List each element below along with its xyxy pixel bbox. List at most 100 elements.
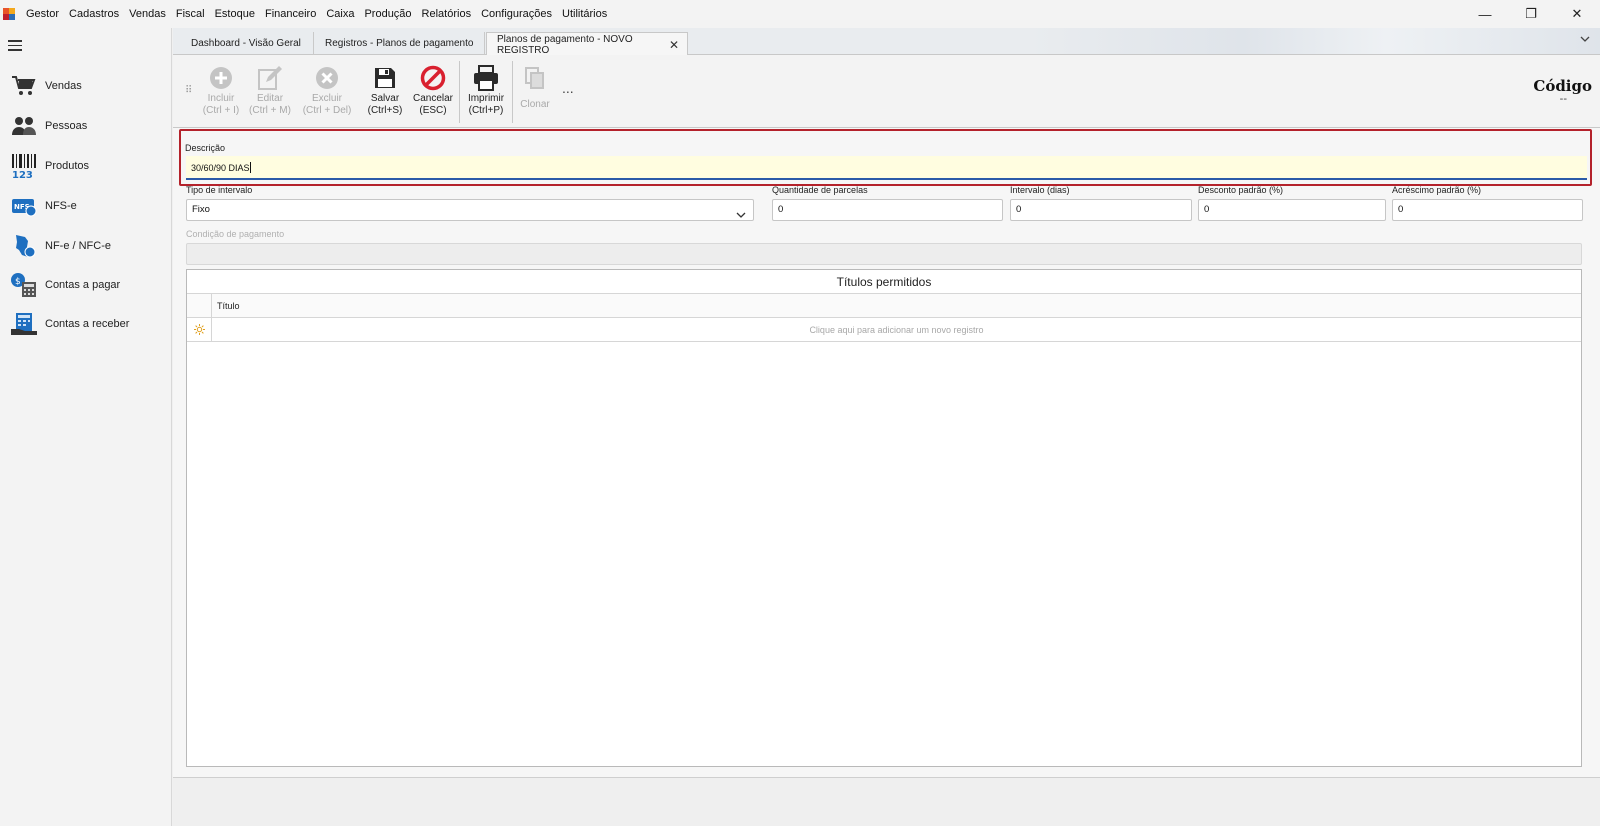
accounts-payable-icon: $ [10, 271, 38, 299]
tab-registros-planos[interactable]: Registros - Planos de pagamento [315, 32, 485, 55]
descricao-input[interactable]: 30/60/90 DIAS [186, 156, 1587, 180]
nfe-icon [10, 232, 38, 260]
menu-caixa[interactable]: Caixa [321, 8, 359, 20]
grid-header: Título [187, 294, 1581, 318]
bottom-status-bar [173, 777, 1600, 826]
incluir-label: Incluir [207, 93, 235, 104]
desconto-padrao-label: Desconto padrão (%) [1198, 185, 1284, 195]
close-window-button[interactable]: ✕ [1554, 0, 1600, 28]
sidebar-item-produtos[interactable]: 123 Produtos [10, 151, 170, 181]
tab-label: Registros - Planos de pagamento [325, 38, 474, 49]
minimize-button[interactable]: — [1462, 0, 1508, 28]
row-indicator-header [187, 294, 212, 317]
imprimir-button[interactable]: Imprimir (Ctrl+P) [463, 63, 509, 117]
menu-gestor[interactable]: Gestor [21, 8, 64, 20]
nfse-icon: NFS [10, 192, 38, 220]
excluir-shortcut: (Ctrl + Del) [302, 105, 352, 116]
editar-button[interactable]: Editar (Ctrl + M) [246, 63, 294, 117]
delete-circle-icon [299, 63, 355, 93]
tipo-intervalo-label: Tipo de intervalo [186, 185, 253, 195]
imprimir-shortcut: (Ctrl+P) [468, 105, 504, 116]
quantidade-parcelas-input[interactable]: 0 [772, 199, 1003, 221]
sidebar-item-label: NF-e / NFC-e [45, 240, 111, 252]
barcode-icon: 123 [10, 152, 38, 180]
menu-relatorios[interactable]: Relatórios [417, 8, 477, 20]
editar-label: Editar [256, 93, 284, 104]
intervalo-dias-label: Intervalo (dias) [1010, 185, 1070, 195]
intervalo-dias-input[interactable]: 0 [1010, 199, 1192, 221]
more-options-button[interactable]: ... [562, 80, 574, 96]
sidebar-item-label: Contas a pagar [45, 279, 121, 291]
menu-producao[interactable]: Produção [359, 8, 416, 20]
menu-vendas[interactable]: Vendas [124, 8, 171, 20]
toolbar: ⠿ Incluir (Ctrl + I) Editar (Ctrl + M) E… [173, 55, 1600, 128]
descricao-value: 30/60/90 DIAS [191, 163, 250, 173]
salvar-shortcut: (Ctrl+S) [367, 105, 403, 116]
floppy-disk-icon [363, 63, 407, 93]
sidebar-item-label: Produtos [45, 160, 90, 172]
clonar-label: Clonar [520, 99, 550, 110]
desconto-padrao-input[interactable]: 0 [1198, 199, 1386, 221]
salvar-label: Salvar [370, 93, 400, 104]
salvar-button[interactable]: Salvar (Ctrl+S) [363, 63, 407, 117]
grid-title: Títulos permitidos [187, 270, 1581, 294]
edit-icon [246, 63, 294, 93]
sidebar-item-nfe[interactable]: NF-e / NFC-e [10, 231, 170, 261]
toolbar-separator [512, 61, 513, 123]
sidebar-item-contas-pagar[interactable]: $ Contas a pagar [10, 270, 170, 300]
acrescimo-padrao-value: 0 [1398, 204, 1404, 215]
add-circle-icon [197, 63, 245, 93]
printer-icon [463, 63, 509, 93]
tipo-intervalo-select[interactable]: Fixo [186, 199, 754, 221]
svg-text:123: 123 [12, 170, 33, 179]
sidebar: Vendas Pessoas 123 Produtos NFS NFS-e NF… [0, 28, 172, 826]
new-row-star-icon [187, 318, 212, 341]
titulos-permitidos-grid: Títulos permitidos Título Clique aqui pa… [186, 269, 1582, 767]
clonar-button[interactable]: Clonar [515, 63, 555, 111]
excluir-button[interactable]: Excluir (Ctrl + Del) [299, 63, 355, 117]
add-new-row[interactable]: Clique aqui para adicionar um novo regis… [187, 318, 1581, 342]
cancelar-button[interactable]: Cancelar (ESC) [410, 63, 456, 117]
column-header-titulo[interactable]: Título [212, 294, 240, 317]
chevron-down-icon[interactable] [1580, 34, 1590, 45]
desconto-padrao-value: 0 [1204, 204, 1210, 215]
sidebar-item-label: Contas a receber [45, 318, 130, 330]
sidebar-item-label: Vendas [45, 80, 82, 92]
menu-financeiro[interactable]: Financeiro [260, 8, 321, 20]
acrescimo-padrao-input[interactable]: 0 [1392, 199, 1583, 221]
text-caret [249, 162, 251, 173]
sidebar-item-pessoas[interactable]: Pessoas [10, 111, 170, 141]
tipo-intervalo-value: Fixo [192, 204, 210, 215]
sidebar-item-vendas[interactable]: Vendas [10, 71, 170, 101]
tab-dashboard[interactable]: Dashboard - Visão Geral [181, 32, 314, 55]
people-icon [10, 112, 38, 140]
copy-icon [515, 63, 555, 93]
cancelar-shortcut: (ESC) [419, 105, 447, 116]
close-tab-icon[interactable]: ✕ [669, 38, 679, 52]
sidebar-item-label: NFS-e [45, 200, 77, 212]
main-panel: ⠿ Incluir (Ctrl + I) Editar (Ctrl + M) E… [173, 55, 1600, 826]
menu-cadastros[interactable]: Cadastros [64, 8, 124, 20]
menu-bar: Gestor Cadastros Vendas Fiscal Estoque F… [0, 0, 1600, 28]
tab-novo-registro[interactable]: Planos de pagamento - NOVO REGISTRO ✕ [486, 32, 688, 56]
tab-label: Planos de pagamento - NOVO REGISTRO [497, 33, 633, 56]
menu-utilitarios[interactable]: Utilitários [557, 8, 612, 20]
condicao-pagamento-input[interactable] [186, 243, 1582, 265]
menu-fiscal[interactable]: Fiscal [171, 8, 210, 20]
menu-estoque[interactable]: Estoque [210, 8, 260, 20]
sidebar-item-contas-receber[interactable]: Contas a receber [10, 309, 170, 339]
restore-button[interactable]: ❐ [1508, 0, 1554, 28]
incluir-button[interactable]: Incluir (Ctrl + I) [197, 63, 245, 117]
sidebar-item-nfse[interactable]: NFS NFS-e [10, 191, 170, 221]
codigo-value: -- [1559, 93, 1567, 105]
cancelar-label: Cancelar [412, 93, 454, 104]
editar-shortcut: (Ctrl + M) [249, 105, 291, 116]
excluir-label: Excluir [311, 93, 342, 104]
shopping-cart-icon [10, 72, 38, 100]
app-logo-icon [3, 8, 15, 20]
tab-label: Dashboard - Visão Geral [191, 38, 301, 49]
menu-configuracoes[interactable]: Configurações [476, 8, 557, 20]
quantidade-parcelas-value: 0 [778, 204, 784, 215]
hamburger-menu-icon[interactable] [8, 40, 22, 51]
drag-handle-icon[interactable]: ⠿ [185, 85, 192, 96]
